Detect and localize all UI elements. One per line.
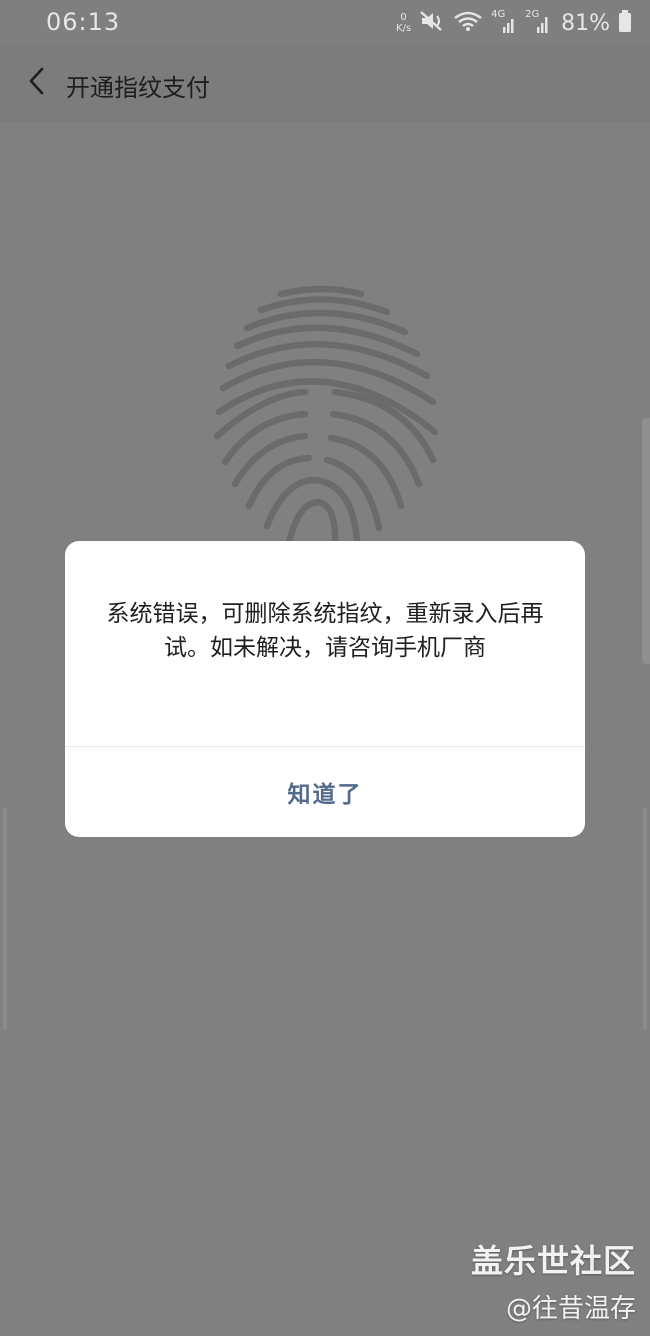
watermark-brand: 盖乐世社区 — [470, 1242, 636, 1280]
scroll-indicator[interactable] — [642, 418, 650, 664]
status-bar: 06:13 0 K/s 4G 2G 81% — [0, 0, 650, 46]
dialog-message: 系统错误，可删除系统指纹，重新录入后再试。如未解决，请咨询手机厂商 — [106, 601, 544, 661]
mute-icon — [419, 10, 445, 36]
watermark: 盖乐世社区 @往昔温存 — [471, 1236, 636, 1325]
signal-2g-icon: 2G — [525, 9, 551, 35]
chevron-left-icon — [27, 66, 47, 100]
page-title: 开通指纹支付 — [66, 74, 210, 102]
net-speed-indicator: 0 K/s — [396, 12, 411, 34]
error-dialog: 系统错误，可删除系统指纹，重新录入后再试。如未解决，请咨询手机厂商 知道了 — [65, 541, 585, 837]
confirm-button[interactable]: 知道了 — [65, 747, 585, 837]
edge-indicator-left — [3, 808, 7, 1030]
net-speed-unit: K/s — [395, 23, 412, 34]
back-button[interactable] — [14, 60, 60, 106]
fingerprint-icon — [205, 284, 441, 554]
app-header: 开通指纹支付 — [0, 46, 650, 122]
edge-indicator-right — [643, 808, 647, 1030]
signal-4g-icon: 4G — [491, 9, 517, 35]
net-speed-value: 0 — [400, 12, 407, 23]
battery-percent: 81% — [561, 10, 610, 36]
status-time: 06:13 — [46, 8, 121, 36]
watermark-user: @往昔温存 — [505, 1294, 636, 1324]
wifi-icon — [453, 10, 483, 36]
battery-icon — [618, 9, 632, 37]
status-icons: 0 K/s 4G 2G 81% — [396, 9, 632, 37]
